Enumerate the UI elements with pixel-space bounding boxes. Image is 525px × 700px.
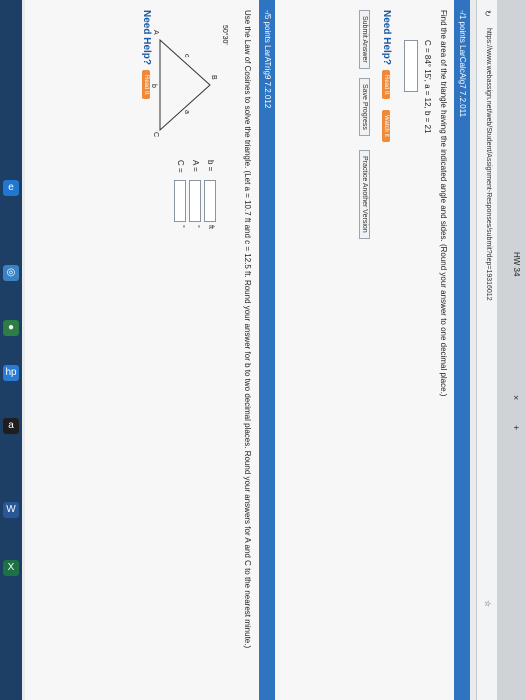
tab-strip: HW 34 × + <box>497 0 525 700</box>
vertex-a-label: A <box>152 30 159 35</box>
save-progress-button[interactable]: Save Progress <box>359 78 370 136</box>
question2-need-help: Need Help? <box>141 10 152 66</box>
url-text[interactable]: https://www.webassign.net/web/Student/As… <box>485 28 492 301</box>
side-c-label: c <box>183 54 190 58</box>
practice-another-version-button[interactable]: Practice Another Version <box>359 150 370 239</box>
C-unit: ° <box>178 225 185 228</box>
screen: e ◎ ● hp a W X HW 34 × + ↻ https://www.w… <box>0 0 525 700</box>
side-a-label: a <box>183 110 190 114</box>
C-input[interactable] <box>174 180 186 222</box>
angle-label: 50°30' <box>221 25 228 45</box>
close-tab-icon[interactable]: × <box>511 395 521 400</box>
question1-header: -/1 points LarCalcAlg7 7.2.011 <box>454 0 470 700</box>
assignment-page: -/1 points LarCalcAlg7 7.2.011 Find the … <box>25 0 470 700</box>
star-icon[interactable]: ☆ <box>483 600 492 607</box>
question1-prompt: Find the area of the triangle having the… <box>439 10 448 397</box>
question1-header-text: -/1 points LarCalcAlg7 7.2.011 <box>458 10 467 118</box>
question2-header: -/5 points LarATrig9 7.2.012 <box>259 0 275 700</box>
hp-icon[interactable]: hp <box>3 365 19 381</box>
excel-icon[interactable]: X <box>3 560 19 576</box>
question1-need-help: Need Help? <box>381 10 392 66</box>
edge-icon[interactable]: e <box>3 180 19 196</box>
question1-answer-input[interactable] <box>404 40 418 92</box>
submit-answer-button[interactable]: Submit Answer <box>359 10 370 69</box>
question1-given: C = 84° 15', a = 12, b = 21 <box>423 40 432 134</box>
refresh-icon[interactable]: ↻ <box>483 10 492 17</box>
question1-read-it-button[interactable]: Read It <box>382 70 390 100</box>
taskbar: e ◎ ● hp a W X <box>0 0 22 700</box>
address-bar[interactable]: ↻ https://www.webassign.net/web/Student/… <box>476 0 497 700</box>
windows-icon[interactable]: ◎ <box>3 265 19 281</box>
vertex-b-label: B <box>210 75 217 80</box>
amazon-icon[interactable]: a <box>3 418 19 434</box>
vertex-c-label: C <box>152 132 159 137</box>
side-b-label: b <box>150 84 157 88</box>
A-label: A = <box>191 160 200 172</box>
b-unit: ft <box>207 225 214 229</box>
question2-read-it-button[interactable]: Read It <box>142 70 150 100</box>
tab-title[interactable]: HW 34 <box>512 252 521 276</box>
triangle-diagram: B A C c a b <box>150 30 217 137</box>
chrome-icon[interactable]: ● <box>3 320 19 336</box>
question2-prompt: Use the Law of Cosines to solve the tria… <box>243 10 252 649</box>
C-label: C = <box>176 160 185 173</box>
b-input[interactable] <box>204 180 216 222</box>
b-label: b = <box>206 160 215 172</box>
question1-watch-it-button[interactable]: Watch It <box>382 110 390 142</box>
new-tab-icon[interactable]: + <box>511 425 521 430</box>
question2-header-text: -/5 points LarATrig9 7.2.012 <box>263 10 272 109</box>
word-icon[interactable]: W <box>3 502 19 518</box>
A-input[interactable] <box>189 180 201 222</box>
A-unit: ° <box>193 225 200 228</box>
